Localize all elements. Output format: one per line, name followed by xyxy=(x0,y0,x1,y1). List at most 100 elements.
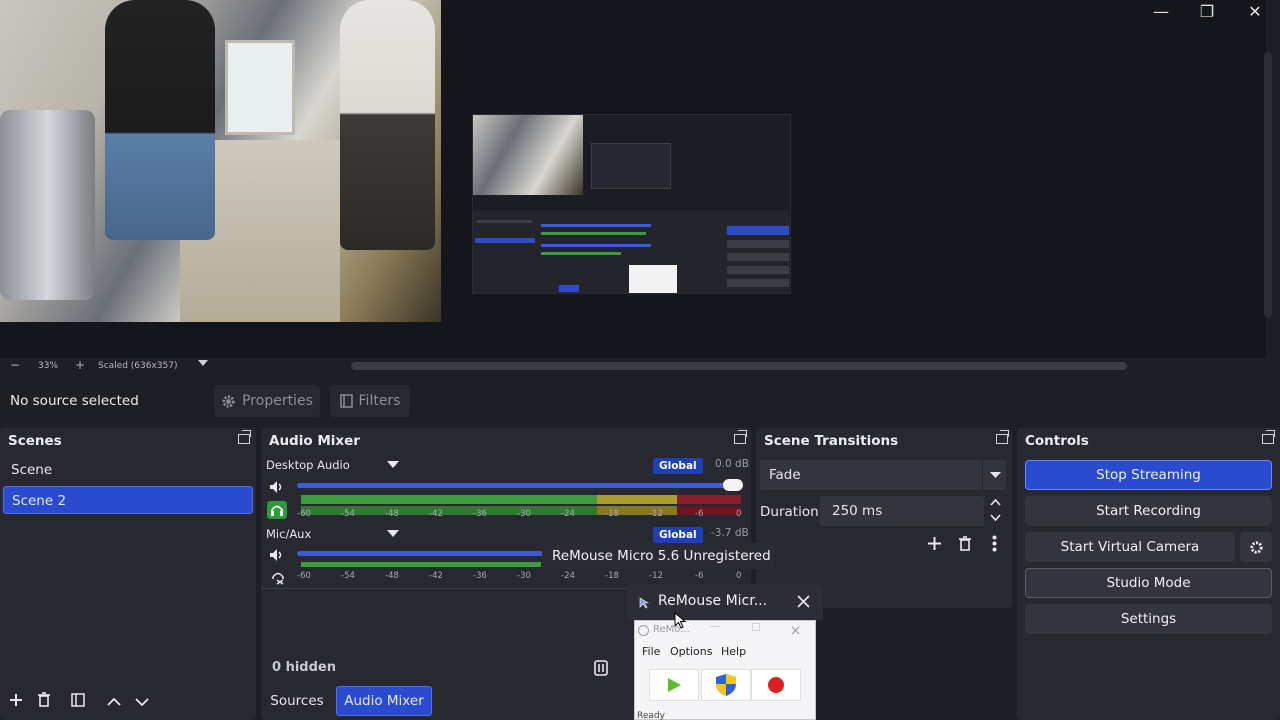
record-button[interactable] xyxy=(751,669,801,701)
start-virtual-camera-button[interactable]: Start Virtual Camera xyxy=(1025,532,1235,562)
remouse-status: Ready xyxy=(637,711,665,720)
properties-button[interactable]: Properties xyxy=(214,385,320,417)
zoom-out-button[interactable]: − xyxy=(10,358,20,372)
studio-mode-button[interactable]: Studio Mode xyxy=(1025,568,1272,598)
shield-button[interactable] xyxy=(701,669,751,701)
scale-mode-label: Scaled (636x357) xyxy=(98,361,178,371)
remouse-minimize-icon[interactable]: — xyxy=(710,621,720,632)
nested-stop-streaming xyxy=(727,226,789,235)
remove-scene-icon[interactable] xyxy=(34,690,54,714)
scenes-dock: Scenes Scene Scene 2 xyxy=(0,428,256,720)
record-icon xyxy=(768,677,784,693)
meter-tick: -60 xyxy=(297,571,311,581)
nested-preview-capture xyxy=(472,114,791,294)
layout-toggle-icon[interactable] xyxy=(594,660,608,676)
meter-tick: -6 xyxy=(695,509,704,519)
menu-options[interactable]: Options xyxy=(670,645,712,658)
undock-icon[interactable] xyxy=(734,430,747,444)
remouse-close-icon[interactable] xyxy=(791,626,800,635)
close-button[interactable]: ✕ xyxy=(1232,0,1278,24)
properties-label: Properties xyxy=(242,393,313,409)
meter-tick: -24 xyxy=(561,509,575,519)
speaker-icon[interactable] xyxy=(269,480,285,494)
desktop-audio-volume-slider[interactable] xyxy=(297,483,741,488)
undock-icon[interactable] xyxy=(1262,430,1275,444)
meter-tick: -6 xyxy=(695,571,704,581)
scenes-title: Scenes xyxy=(8,433,62,449)
nested-settings xyxy=(727,279,789,287)
preview-horizontal-scrollbar[interactable] xyxy=(351,362,1127,370)
nested-desktop-meter xyxy=(541,232,646,235)
mic-aux-meter xyxy=(301,562,541,567)
nested-desktop-slider xyxy=(541,224,651,227)
remouse-taskbar-preview[interactable]: ReMouse Micr... xyxy=(627,584,823,620)
audio-mixer-title: Audio Mixer xyxy=(269,433,360,449)
menu-help[interactable]: Help xyxy=(721,645,746,658)
nested-scene-row xyxy=(477,220,532,223)
nested-start-recording xyxy=(727,240,789,248)
nested-camera-feed xyxy=(473,115,583,195)
desktop-audio-meter-red-top xyxy=(677,495,741,504)
desktop-audio-db: 0.0 dB xyxy=(715,458,749,470)
duration-value: 250 ms xyxy=(832,503,883,519)
tab-audio-mixer[interactable]: Audio Mixer xyxy=(336,686,432,716)
mic-aux-menu-icon[interactable] xyxy=(387,530,399,538)
add-scene-icon[interactable] xyxy=(6,690,26,714)
no-source-label: No source selected xyxy=(10,393,139,409)
scale-dropdown-icon[interactable] xyxy=(198,359,208,370)
desktop-audio-slider-handle[interactable] xyxy=(723,479,743,491)
meter-tick: -42 xyxy=(429,509,443,519)
desktop-audio-meter-red-bottom xyxy=(677,506,741,515)
zoom-in-button[interactable]: + xyxy=(75,358,85,372)
meter-tick: -48 xyxy=(385,509,399,519)
menu-file[interactable]: File xyxy=(642,645,660,658)
meter-tick: -12 xyxy=(649,571,663,581)
undock-icon[interactable] xyxy=(238,430,251,444)
meter-tick: -12 xyxy=(649,509,663,519)
remouse-preview-title: ReMouse Micr... xyxy=(658,593,768,609)
scene-filters-icon[interactable] xyxy=(68,690,88,714)
desktop-audio-label: Desktop Audio xyxy=(266,458,350,472)
desktop-audio-mono-badge[interactable]: Global xyxy=(653,458,703,474)
start-recording-button[interactable]: Start Recording xyxy=(1025,496,1272,526)
nested-inner-preview xyxy=(591,143,671,189)
remouse-maximize-icon[interactable]: ☐ xyxy=(751,621,761,634)
desktop-audio-menu-icon[interactable] xyxy=(387,461,399,469)
undock-icon[interactable] xyxy=(996,430,1009,444)
nested-virtual-camera xyxy=(727,253,789,261)
mic-aux-mono-badge[interactable]: Global xyxy=(653,527,703,543)
monitor-headphones-icon[interactable] xyxy=(267,501,287,519)
move-scene-up-icon[interactable] xyxy=(104,690,124,714)
filters-button[interactable]: Filters xyxy=(330,385,410,417)
settings-button[interactable]: Settings xyxy=(1025,604,1272,634)
duration-input[interactable]: 250 ms xyxy=(820,496,984,526)
preview-canvas[interactable] xyxy=(0,0,1272,358)
scene-item[interactable]: Scene xyxy=(3,456,253,484)
tab-sources[interactable]: Sources xyxy=(264,686,330,716)
monitor-off-icon[interactable] xyxy=(270,569,286,585)
meter-tick: -42 xyxy=(429,571,443,581)
stop-streaming-button[interactable]: Stop Streaming xyxy=(1025,460,1272,490)
duration-label: Duration xyxy=(760,504,819,520)
add-transition-icon[interactable] xyxy=(927,536,942,551)
move-scene-down-icon[interactable] xyxy=(132,690,152,714)
speaker-icon[interactable] xyxy=(269,548,285,562)
minimize-button[interactable]: — xyxy=(1138,0,1184,24)
remouse-app-icon xyxy=(638,625,649,636)
preview-vertical-scrollbar[interactable] xyxy=(1264,52,1272,318)
duration-down-icon[interactable] xyxy=(990,514,1001,522)
restore-button[interactable]: ❐ xyxy=(1184,0,1230,24)
mic-aux-volume-slider[interactable] xyxy=(297,551,547,556)
transition-select[interactable]: Fade xyxy=(760,460,1006,490)
close-icon[interactable] xyxy=(797,595,810,608)
meter-tick: -36 xyxy=(473,571,487,581)
more-options-icon[interactable] xyxy=(992,535,997,552)
transition-value: Fade xyxy=(769,467,801,483)
virtual-camera-settings-button[interactable] xyxy=(1240,532,1272,562)
scene-item-selected[interactable]: Scene 2 xyxy=(3,486,253,514)
remove-transition-icon[interactable] xyxy=(958,536,972,551)
duration-up-icon[interactable] xyxy=(990,498,1001,506)
remouse-cursor-icon xyxy=(639,597,649,609)
nested-scene-selected xyxy=(475,238,535,243)
play-button[interactable] xyxy=(649,669,699,701)
